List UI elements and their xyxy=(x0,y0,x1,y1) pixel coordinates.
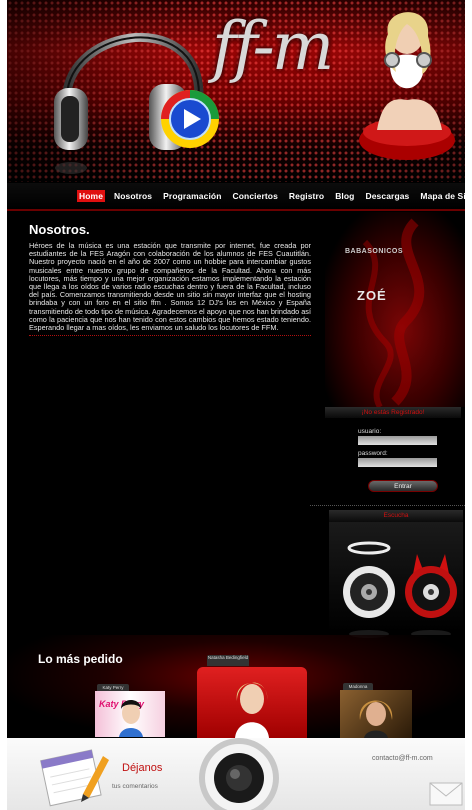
header-banner: ff-m xyxy=(7,0,465,182)
login-title: ¡No estás Registrado! xyxy=(325,407,461,418)
about-body: Héroes de la música es una estación que … xyxy=(29,241,311,333)
katy-perry-photo xyxy=(119,700,143,737)
most-requested-title: Lo más pedido xyxy=(38,652,123,666)
password-label: password: xyxy=(358,450,388,457)
login-button[interactable]: Entrar xyxy=(368,480,438,492)
player-title: Escucha xyxy=(329,510,463,522)
main-container: ff-m Home Nosotros Programación Conciert… xyxy=(7,0,465,738)
natasha-bedingfield-photo xyxy=(235,682,269,738)
footer-subtitle: tus comentarios xyxy=(112,783,158,790)
mail-envelope-icon[interactable] xyxy=(429,782,463,806)
about-divider xyxy=(29,335,311,337)
nav-item-registro[interactable]: Registro xyxy=(287,190,326,202)
play-logo-icon xyxy=(161,90,219,148)
girl-with-headphones-image xyxy=(359,12,455,160)
red-smoke-image xyxy=(362,218,425,407)
sidebar-brand-zoe[interactable]: ZOÉ xyxy=(357,288,387,303)
nav-item-descargas[interactable]: Descargas xyxy=(363,190,411,202)
notepad-pencil-icon[interactable] xyxy=(35,742,115,808)
speaker-icon xyxy=(199,738,279,810)
login-divider xyxy=(310,505,465,506)
nav-item-conciertos[interactable]: Conciertos xyxy=(231,190,280,202)
nav-item-home[interactable]: Home xyxy=(77,190,106,202)
sidebar-artwork xyxy=(325,212,465,407)
main-nav: Home Nosotros Programación Conciertos Re… xyxy=(7,183,465,211)
nav-item-nosotros[interactable]: Nosotros xyxy=(112,190,154,202)
footer-email-link[interactable]: contacto@ff-m.com xyxy=(372,755,433,762)
page: ff-m Home Nosotros Programación Conciert… xyxy=(0,0,472,810)
about-title: Nosotros. xyxy=(29,222,90,237)
sidebar-brand-babasonicos[interactable]: BABASONICOS xyxy=(345,248,403,255)
nav-item-mapa-de-sitio[interactable]: Mapa de Sitio xyxy=(418,190,465,202)
footer-title[interactable]: Déjanos xyxy=(122,762,162,774)
album-cover-madonna[interactable] xyxy=(340,690,412,738)
password-input[interactable] xyxy=(358,458,437,467)
album-tag-katy-perry: Katy Perry xyxy=(97,684,129,691)
album-cover-natasha-bedingfield[interactable] xyxy=(197,667,307,738)
nav-list: Home Nosotros Programación Conciertos Re… xyxy=(77,190,465,202)
username-label: usuario: xyxy=(358,428,382,435)
footer: Déjanos tus comentarios contacto@ff-m.co… xyxy=(7,738,465,810)
devil-speaker-icon[interactable] xyxy=(401,538,461,638)
nav-item-blog[interactable]: Blog xyxy=(333,190,356,202)
madonna-photo xyxy=(359,700,393,738)
username-input[interactable] xyxy=(358,436,437,445)
album-tag-madonna: Madonna xyxy=(343,683,373,690)
login-form: usuario: password: Entrar xyxy=(325,418,461,503)
player-panel xyxy=(329,522,463,638)
nav-item-programacion[interactable]: Programación xyxy=(161,190,223,202)
angel-speaker-icon[interactable] xyxy=(339,538,399,638)
album-tag-natasha-bedingfield: Natasha Bedingfield xyxy=(207,655,249,666)
site-logo[interactable]: ff-m xyxy=(212,8,334,85)
about-section: Nosotros. Héroes de la música es una est… xyxy=(29,222,311,337)
album-cover-katy-perry[interactable]: Katy Perry xyxy=(95,691,165,737)
